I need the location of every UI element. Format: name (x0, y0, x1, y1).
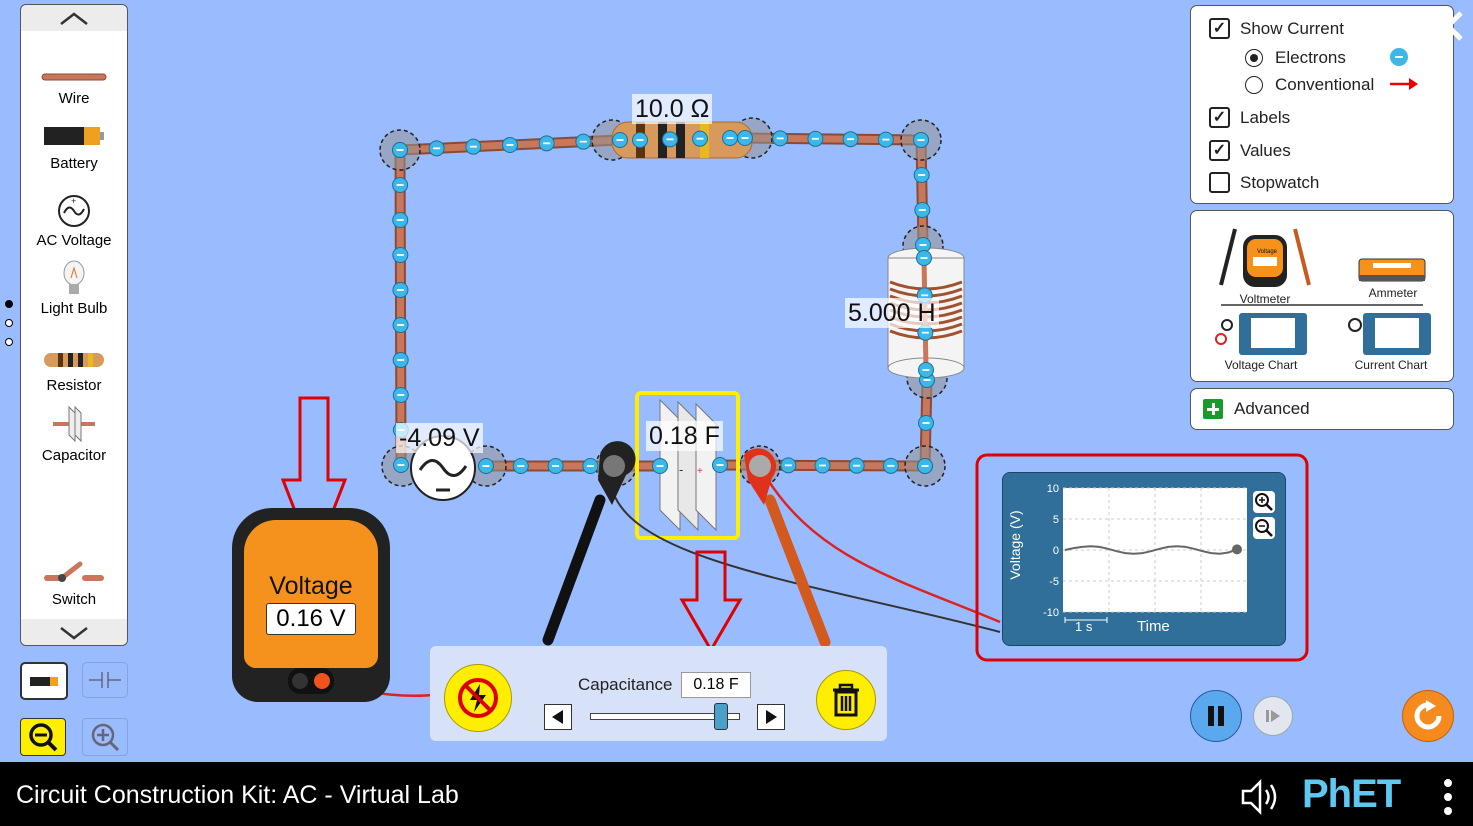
current-chart-tool-label: Current Chart (1354, 358, 1428, 372)
sim-title: Circuit Construction Kit: AC - Virtual L… (16, 781, 459, 809)
close-icon[interactable] (1432, 10, 1464, 42)
chart-y-tick-label: -10 (1043, 607, 1059, 619)
voltmeter-icon: Voltage (1219, 228, 1311, 287)
show-current-checkbox[interactable]: ✓ Show Current (1209, 18, 1344, 39)
zoom-in-icon (1255, 493, 1273, 511)
voltage-series-line (1064, 545, 1238, 555)
labels-checkbox[interactable]: ✓ Labels (1209, 107, 1290, 128)
reset-icon (1414, 700, 1442, 730)
electron-icon (1390, 48, 1408, 66)
divider (1221, 304, 1423, 306)
checkbox-icon: ✓ (1209, 18, 1230, 39)
reset-all-button[interactable] (1402, 690, 1454, 742)
capacitance-slider-track[interactable] (590, 703, 740, 730)
labels-label: Labels (1240, 107, 1291, 127)
voltmeter-reading: 0.16 V (266, 603, 356, 635)
triangle-right-icon (766, 710, 777, 724)
resistor-value-label: 10.0 Ω (632, 94, 713, 124)
conventional-label: Conventional (1275, 75, 1375, 94)
delete-button[interactable] (816, 670, 876, 730)
electrons-radio[interactable]: Electrons (1245, 48, 1346, 68)
chart-y-tick-label: 5 (1053, 514, 1059, 526)
voltmeter-red-probe[interactable] (744, 448, 1001, 648)
component-edit-panel: Capacitance 0.18 F (430, 646, 887, 741)
capacitance-value: 0.18 F (681, 672, 751, 698)
current-chart-tool-button[interactable]: Current Chart (1341, 311, 1445, 377)
chart-y-tick-label: 10 (1047, 483, 1059, 495)
svg-text:+: + (697, 466, 703, 477)
ammeter-icon (1358, 258, 1426, 282)
voltage-chart-icon (1215, 313, 1307, 355)
voltage-chart-tool-button[interactable]: Voltage Chart (1211, 311, 1315, 377)
voltage-series-current-point (1232, 544, 1242, 555)
radio-icon (1245, 49, 1263, 67)
sound-icon[interactable] (1240, 778, 1286, 816)
inductor-value-label: 5.000 H (845, 298, 939, 328)
arrow-right-icon (1390, 78, 1418, 90)
capacitance-label: Capacitance (578, 675, 673, 694)
step-forward-button[interactable] (1253, 696, 1293, 736)
capacitor-value-label: 0.18 F (646, 421, 723, 451)
voltmeter-title: Voltage (269, 572, 353, 600)
chart-y-tick-label: 0 (1053, 545, 1059, 557)
advanced-panel[interactable]: Advanced (1190, 388, 1454, 430)
menu-dots-icon[interactable] (1438, 776, 1458, 818)
current-chart-icon (1348, 313, 1431, 355)
chart-zoom-in-button[interactable] (1253, 491, 1275, 513)
chart-time-scale-label: 1 s (1075, 619, 1093, 634)
stopwatch-checkbox[interactable]: Stopwatch (1209, 172, 1319, 193)
chart-y-tick-label: -5 (1049, 576, 1059, 588)
voltage-chart-tool[interactable]: 10 5 0 -5 -10 Voltage (V) Time 1 s (1002, 472, 1286, 646)
conventional-radio[interactable]: Conventional (1245, 75, 1374, 95)
no-disconnect-icon (458, 678, 498, 718)
chart-y-axis-label: Voltage (V) (1007, 510, 1023, 580)
stopwatch-label: Stopwatch (1240, 172, 1320, 192)
values-checkbox[interactable]: ✓ Values (1209, 140, 1291, 161)
ammeter-tool[interactable]: Ammeter (1345, 251, 1441, 307)
expand-icon (1203, 399, 1223, 419)
svg-text:-: - (679, 462, 683, 477)
increment-button[interactable] (757, 704, 785, 730)
disconnect-button[interactable] (444, 664, 512, 732)
display-options-panel: ✓ Show Current Electrons Conventional ✓ La… (1190, 5, 1454, 204)
ac-source-value-label: -4.09 V (396, 423, 483, 453)
chart-x-axis-label: Time (1137, 618, 1170, 635)
ammeter-tool-label: Ammeter (1368, 286, 1418, 300)
step-icon (1266, 710, 1280, 722)
checkbox-icon: ✓ (1209, 140, 1230, 161)
voltmeter-tool[interactable]: Voltage Voltmeter (1213, 219, 1317, 307)
show-current-label: Show Current (1240, 18, 1344, 38)
trash-icon (833, 683, 859, 717)
checkbox-icon: ✓ (1209, 107, 1230, 128)
svg-text:Voltage: Voltage (1257, 249, 1278, 255)
capacitor[interactable]: - + (659, 398, 717, 532)
pause-button[interactable] (1190, 690, 1242, 742)
voltage-chart-tool-label: Voltage Chart (1224, 358, 1298, 372)
chart-zoom-out-button[interactable] (1253, 517, 1275, 539)
voltmeter[interactable]: Voltage 0.16 V (232, 508, 390, 702)
values-label: Values (1240, 140, 1291, 160)
phet-logo[interactable]: PhET (1302, 772, 1401, 817)
decrement-button[interactable] (544, 704, 572, 730)
capacitance-slider-thumb[interactable] (713, 703, 728, 730)
zoom-out-icon (1255, 519, 1273, 537)
triangle-left-icon (552, 710, 563, 724)
checkbox-icon (1209, 172, 1230, 193)
electrons-label: Electrons (1275, 48, 1346, 67)
pause-icon (1208, 706, 1224, 726)
sensor-toolbox-panel: Voltage Voltmeter Ammeter Voltage Chart … (1190, 210, 1454, 382)
advanced-label: Advanced (1234, 399, 1310, 418)
radio-icon (1245, 76, 1263, 94)
